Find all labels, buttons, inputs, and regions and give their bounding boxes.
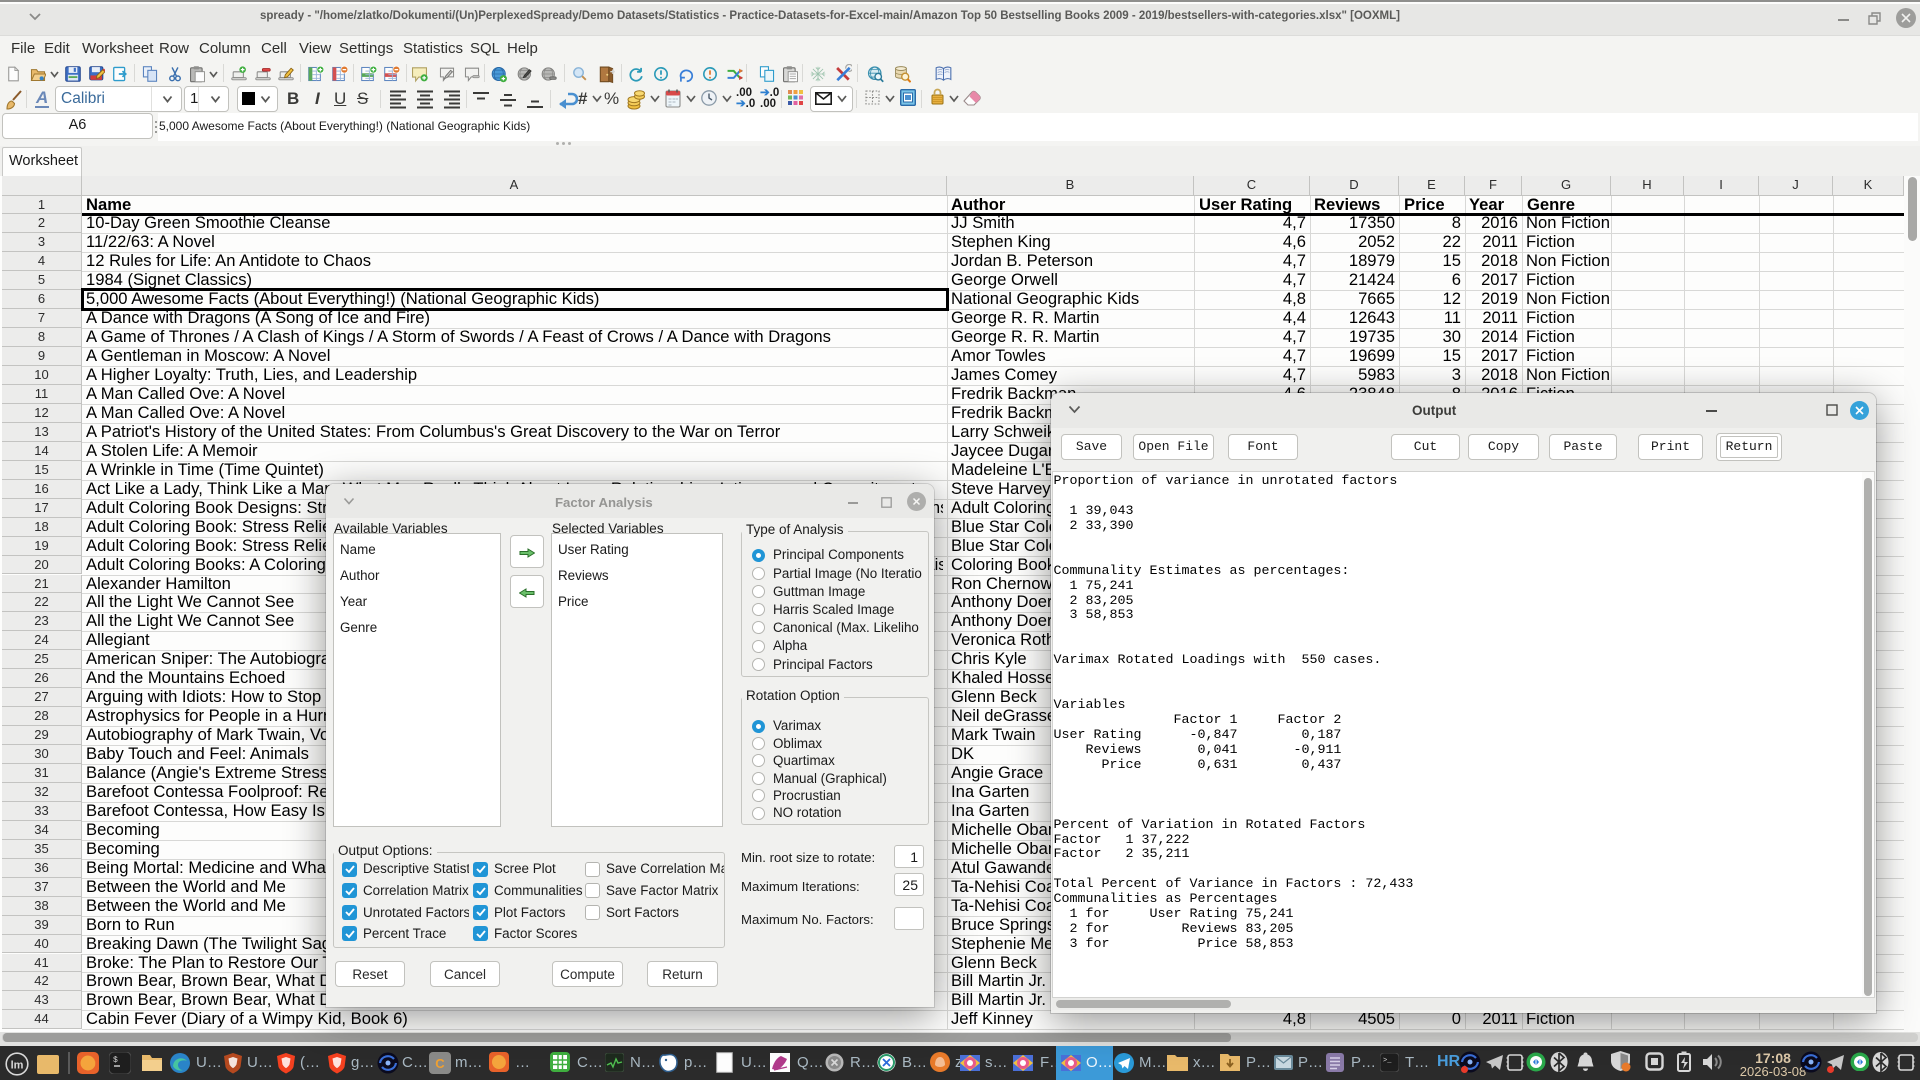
svg-text:$: $ [113, 1056, 118, 1065]
svg-text:C: C [435, 1056, 445, 1071]
svg-text:>_: >_ [1383, 1057, 1392, 1065]
svg-text:lm: lm [11, 1060, 24, 1072]
